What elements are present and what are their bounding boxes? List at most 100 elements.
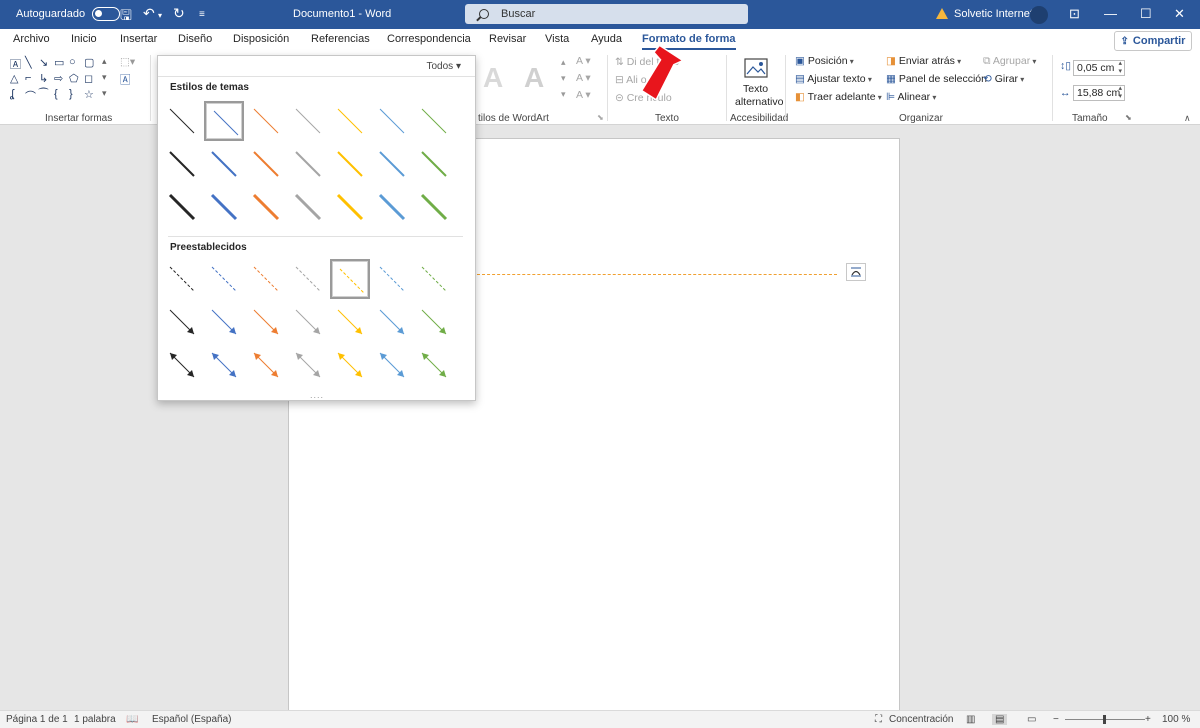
preset-style-2-3[interactable] (246, 302, 286, 342)
group-button[interactable]: ⧉ Agrupar ▾ (983, 55, 1036, 68)
callout-shape-icon[interactable]: ◻ (84, 72, 93, 85)
tab-revisar[interactable]: Revisar (489, 33, 526, 45)
minimize-icon[interactable]: — (1104, 6, 1117, 21)
collapse-ribbon-icon[interactable]: ∧ (1184, 113, 1191, 124)
preset-style-1-1[interactable] (162, 259, 202, 299)
focus-icon[interactable]: ⛶ (875, 714, 882, 725)
width-field[interactable]: 15,88 cm ▴ ▾ (1073, 85, 1125, 101)
line-shape-icon[interactable]: ╲ (25, 56, 32, 69)
wordart-launcher-icon[interactable]: ⬊ (597, 113, 604, 122)
selection-pane-button[interactable]: ▦ Panel de selección (886, 73, 987, 85)
theme-style-3-3[interactable] (246, 187, 286, 227)
customize-toolbar-icon[interactable]: ≡ (199, 9, 205, 20)
position-button[interactable]: ▣ Posición ▾ (795, 55, 854, 67)
alt-text-button[interactable]: Texto alternativo (733, 57, 783, 109)
preset-style-2-4[interactable] (288, 302, 328, 342)
height-field[interactable]: 0,05 cm ▴ ▾ (1073, 60, 1125, 76)
layout-options-button[interactable] (846, 263, 866, 281)
zoom-slider[interactable] (1065, 715, 1145, 724)
preset-style-3-2[interactable] (204, 345, 244, 385)
scroll-down-icon[interactable]: ▾ (102, 72, 107, 83)
bring-forward-button[interactable]: ◧ Traer adelante ▾ (795, 91, 882, 103)
close-icon[interactable]: ✕ (1174, 6, 1185, 22)
elbow-connector-icon[interactable]: ⌐ (25, 72, 31, 84)
share-button[interactable]: ⇪ Compartir (1114, 31, 1192, 51)
star-shape-icon[interactable]: ☆ (84, 88, 94, 101)
theme-style-1-2[interactable] (204, 101, 244, 141)
text-box-shape-icon[interactable]: 🄰 (10, 56, 21, 72)
theme-style-2-5[interactable] (330, 144, 370, 184)
tab-ayuda[interactable]: Ayuda (591, 33, 622, 45)
preset-style-1-6[interactable] (372, 259, 412, 299)
theme-style-2-3[interactable] (246, 144, 286, 184)
send-backward-button[interactable]: ◨ Enviar atrás ▾ (886, 55, 961, 67)
preset-style-1-4[interactable] (288, 259, 328, 299)
left-brace-icon[interactable]: { (54, 88, 58, 100)
scroll-up-icon[interactable]: ▴ (102, 56, 107, 67)
theme-style-2-1[interactable] (162, 144, 202, 184)
theme-style-3-5[interactable] (330, 187, 370, 227)
preset-style-3-6[interactable] (372, 345, 412, 385)
size-launcher-icon[interactable]: ⬊ (1125, 113, 1132, 122)
theme-style-1-3[interactable] (246, 101, 286, 141)
zoom-out-icon[interactable]: − (1053, 714, 1059, 725)
preset-style-2-1[interactable] (162, 302, 202, 342)
zoom-in-icon[interactable]: + (1145, 714, 1151, 725)
selected-line-shape[interactable] (477, 274, 837, 275)
proofing-icon[interactable]: 📖 (126, 714, 138, 725)
theme-style-1-5[interactable] (330, 101, 370, 141)
theme-style-2-2[interactable] (204, 144, 244, 184)
shapes-gallery[interactable]: 🄰 ╲ ↘ ▭ ○ ▢ △ ⌐ ↳ ⇨ ⬠ ◻ ʆ ⌒ ⁀ { } ☆ ▴ ▾ … (8, 56, 114, 104)
theme-style-3-1[interactable] (162, 187, 202, 227)
toggle-switch[interactable] (92, 7, 121, 21)
theme-style-2-6[interactable] (372, 144, 412, 184)
word-count[interactable]: 1 palabra (74, 714, 116, 725)
preset-style-2-5[interactable] (330, 302, 370, 342)
width-spinner-icon[interactable]: ▴ ▾ (1118, 85, 1122, 101)
user-account[interactable]: Solvetic Internet (936, 7, 1033, 20)
tab-correspondencia[interactable]: Correspondencia (387, 33, 471, 45)
text-outline-icon[interactable]: A ▾ (576, 72, 591, 84)
preset-style-3-4[interactable] (288, 345, 328, 385)
search-box[interactable]: Buscar (465, 4, 748, 24)
redo-icon[interactable]: ↻ (173, 5, 185, 22)
gallery-filter-dropdown[interactable]: Todos ▾ (427, 61, 462, 72)
read-mode-icon[interactable]: ▥ (966, 714, 975, 725)
preset-style-3-7[interactable] (414, 345, 454, 385)
page-count[interactable]: Página 1 de 1 (6, 714, 68, 725)
resize-grip[interactable]: .... (310, 390, 324, 400)
align-button[interactable]: ⊫ Alinear ▾ (886, 91, 936, 103)
maximize-icon[interactable]: ☐ (1140, 6, 1152, 22)
triangle-shape-icon[interactable]: △ (10, 72, 18, 85)
rounded-rect-shape-icon[interactable]: ▢ (84, 56, 94, 69)
oval-shape-icon[interactable]: ○ (69, 56, 76, 68)
tab-archivo[interactable]: Archivo (13, 33, 50, 45)
save-icon[interactable]: 🖫 (120, 5, 132, 29)
arc-shape-icon[interactable]: ⌒ (25, 88, 36, 104)
undo-icon[interactable]: ↶ (143, 5, 155, 22)
theme-style-1-7[interactable] (414, 101, 454, 141)
preset-style-1-2[interactable] (204, 259, 244, 299)
more-shapes-icon[interactable]: ▾ (102, 88, 107, 99)
elbow-arrow-icon[interactable]: ↳ (39, 72, 48, 85)
preset-style-3-1[interactable] (162, 345, 202, 385)
preset-style-2-2[interactable] (204, 302, 244, 342)
preset-style-2-7[interactable] (414, 302, 454, 342)
theme-style-3-6[interactable] (372, 187, 412, 227)
theme-style-3-4[interactable] (288, 187, 328, 227)
theme-style-1-4[interactable] (288, 101, 328, 141)
theme-style-2-7[interactable] (414, 144, 454, 184)
theme-style-1-1[interactable] (162, 101, 202, 141)
arrow-line-shape-icon[interactable]: ↘ (39, 56, 48, 69)
undo-dropdown-icon[interactable]: ▾ (158, 11, 162, 20)
wordart-scroll-up-icon[interactable]: ▴ (561, 57, 566, 68)
preset-style-1-5[interactable] (330, 259, 370, 299)
preset-style-2-6[interactable] (372, 302, 412, 342)
freeform-shape-icon[interactable]: ʆ (10, 88, 14, 100)
autosave-toggle[interactable]: Autoguardado (16, 7, 121, 21)
print-layout-icon[interactable]: ▤ (992, 714, 1008, 725)
height-spinner-icon[interactable]: ▴ ▾ (1118, 60, 1122, 76)
edit-shape-icon[interactable]: ⬚▾ (120, 56, 135, 68)
focus-mode[interactable]: Concentración (889, 714, 953, 725)
text-fill-icon[interactable]: A ▾ (576, 55, 591, 67)
